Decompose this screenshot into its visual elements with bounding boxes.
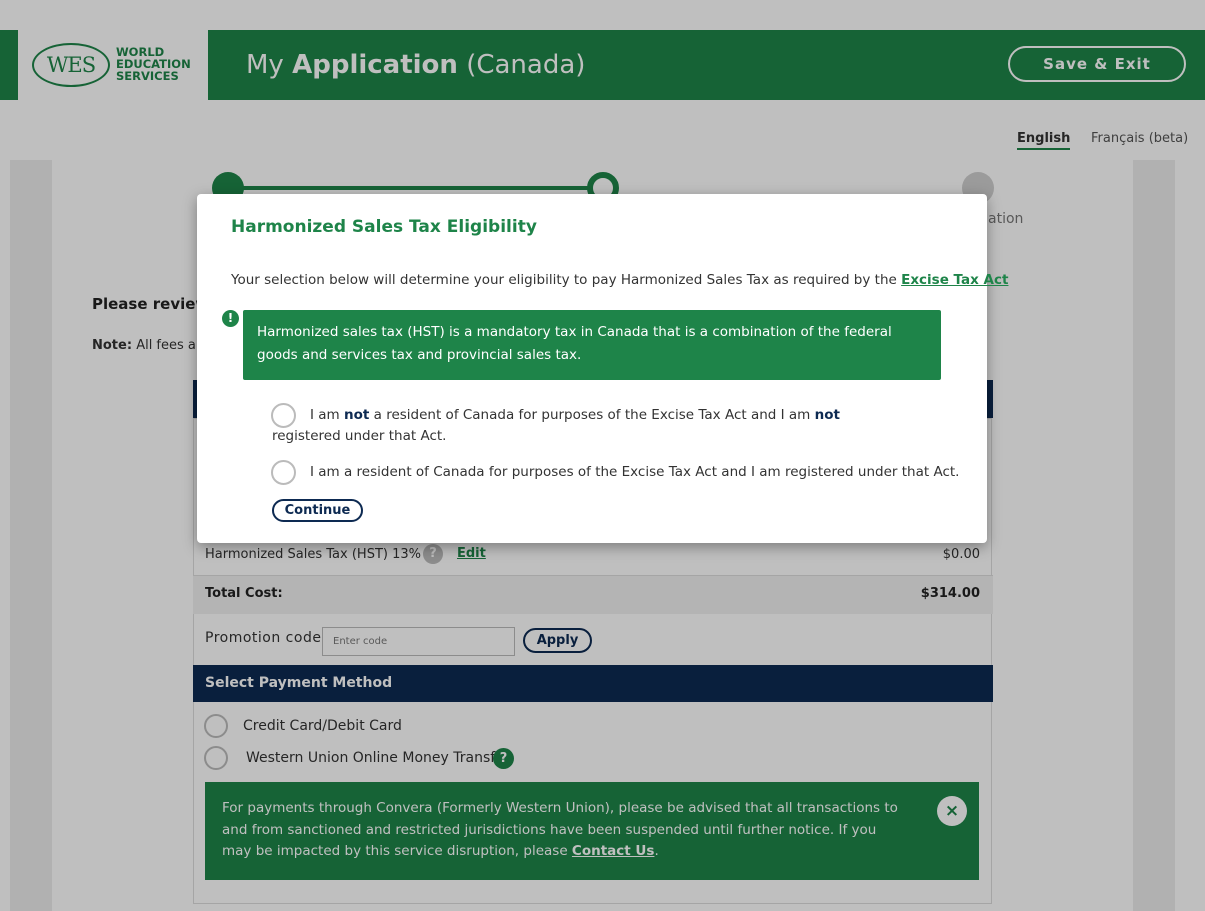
hst-info-alert: Harmonized sales tax (HST) is a mandator… — [243, 310, 941, 380]
hst-eligibility-modal: Harmonized Sales Tax Eligibility Your se… — [197, 194, 1008, 543]
continue-button[interactable]: Continue — [272, 499, 363, 522]
option-not-resident-label[interactable]: I am not a resident of Canada for purpos… — [272, 405, 912, 447]
modal-intro: Your selection below will determine your… — [231, 272, 1009, 288]
radio-resident[interactable] — [271, 460, 296, 485]
alert-icon: ! — [222, 310, 239, 327]
excise-tax-act-link[interactable]: Excise Tax Act — [901, 272, 1008, 288]
option-resident-label[interactable]: I am a resident of Canada for purposes o… — [310, 462, 959, 483]
modal-title: Harmonized Sales Tax Eligibility — [231, 217, 537, 237]
